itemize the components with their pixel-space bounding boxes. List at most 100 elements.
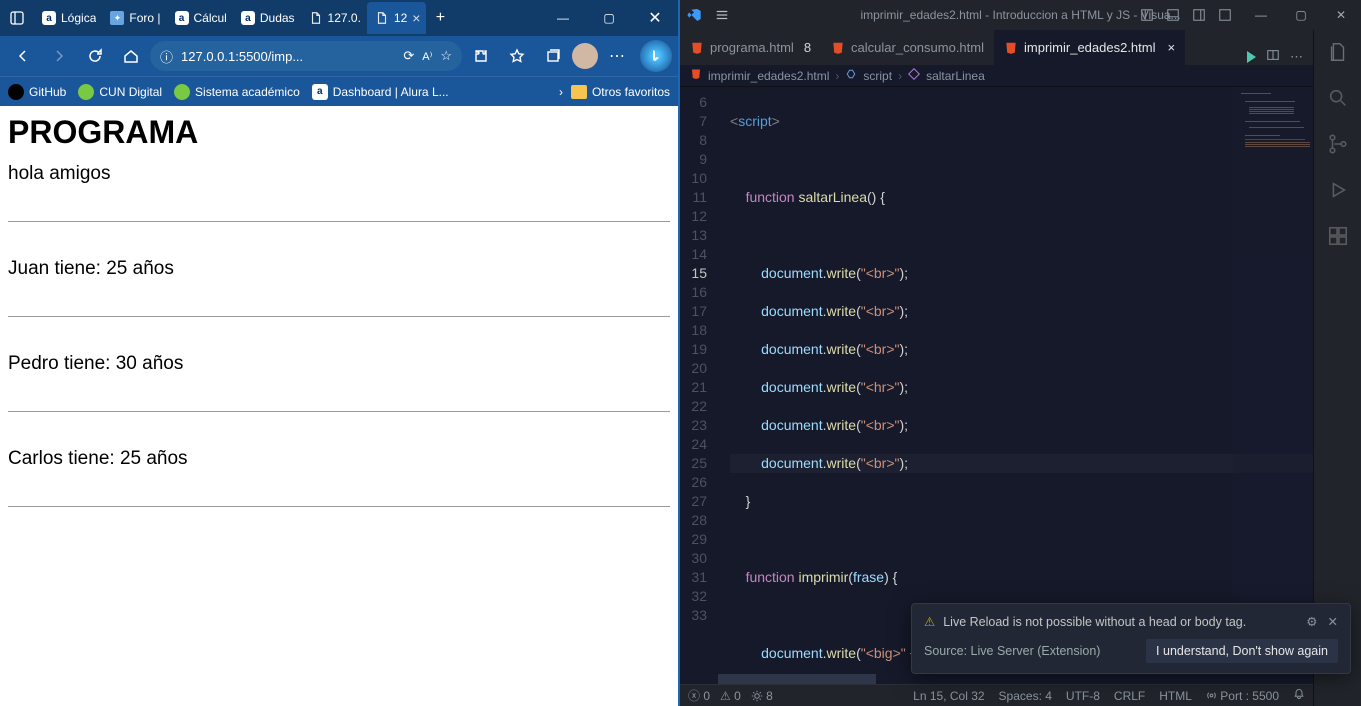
more-icon[interactable]: ⋯ [1290, 49, 1303, 65]
new-tab-button[interactable]: + [426, 9, 454, 27]
tab-label: 127.0. [328, 11, 361, 25]
modified-count: 8 [804, 40, 811, 55]
minimize-button[interactable]: — [1241, 0, 1281, 30]
html-icon [1004, 41, 1018, 55]
close-icon[interactable]: × [1168, 40, 1176, 55]
notification-toast: ⚠ Live Reload is not possible without a … [911, 603, 1351, 674]
live-server-port[interactable]: Port : 5500 [1206, 689, 1279, 703]
split-editor-icon[interactable] [1266, 48, 1280, 65]
read-aloud-icon[interactable]: A⁾ [422, 50, 432, 63]
favorites-icon[interactable] [500, 39, 534, 73]
tab-imprimir[interactable]: imprimir_edades2.html × [994, 30, 1185, 65]
encoding[interactable]: UTF-8 [1066, 689, 1100, 703]
bing-chat-icon[interactable] [640, 40, 672, 72]
tab-active[interactable]: 12× [367, 2, 427, 34]
tab-127[interactable]: 127.0. [301, 2, 367, 34]
tab-calcular[interactable]: calcular_consumo.html [821, 30, 994, 65]
tab-calcul[interactable]: aCálcul [167, 2, 233, 34]
horizontal-scrollbar[interactable] [680, 674, 1313, 684]
warning-icon: ⚠ [924, 614, 935, 629]
file-icon [309, 11, 323, 25]
vscode-logo-icon[interactable] [680, 7, 708, 23]
tab-programa[interactable]: programa.html8 [680, 30, 821, 65]
layout-icon[interactable] [1137, 5, 1157, 25]
bookmark-cun[interactable]: CUN Digital [78, 84, 162, 100]
info-icon[interactable]: ⓘ [160, 47, 173, 66]
errors-count[interactable]: ⓧ 0 [688, 687, 710, 704]
minimap[interactable] [1233, 87, 1313, 674]
vscode-window: imprimir_edades2.html - Introduccion a H… [680, 0, 1361, 706]
bookmark-sistema[interactable]: Sistema académico [174, 84, 300, 100]
warnings-count[interactable]: ⚠ 0 [720, 689, 741, 703]
bookmark-label: GitHub [29, 85, 66, 99]
code-content: <script> function saltarLinea() { docume… [730, 93, 1313, 674]
favorite-icon[interactable]: ☆ [440, 48, 452, 64]
eol[interactable]: CRLF [1114, 689, 1145, 703]
editor-layout-controls [1137, 5, 1241, 25]
close-button[interactable]: ✕ [632, 0, 678, 36]
home-button[interactable] [114, 39, 148, 73]
menu-icon[interactable] [708, 8, 736, 22]
refresh-button[interactable] [78, 39, 112, 73]
ports-count[interactable]: 8 [751, 689, 773, 703]
indent[interactable]: Spaces: 4 [999, 689, 1052, 703]
symbol-icon [908, 68, 920, 83]
language[interactable]: HTML [1159, 689, 1192, 703]
more-button[interactable]: ⋯ [600, 39, 634, 73]
vscode-titlebar: imprimir_edades2.html - Introduccion a H… [680, 0, 1361, 30]
breadcrumbs[interactable]: imprimir_edades2.html› script› saltarLin… [680, 65, 1313, 87]
back-button[interactable] [6, 39, 40, 73]
tab-label: Foro | [129, 11, 160, 25]
chevron-right-icon[interactable]: › [559, 85, 563, 99]
avatar[interactable] [572, 43, 598, 69]
maximize-button[interactable]: ▢ [586, 0, 632, 36]
crumb[interactable]: script [863, 69, 892, 83]
crumb[interactable]: saltarLinea [926, 69, 985, 83]
gear-icon[interactable]: ⚙ [1306, 614, 1317, 629]
notifications-icon[interactable] [1293, 688, 1305, 703]
sync-icon[interactable]: ⟳ [403, 48, 414, 64]
tab-foro[interactable]: ✦Foro | [102, 2, 166, 34]
symbol-icon [845, 68, 857, 83]
source-control-icon[interactable] [1324, 130, 1352, 158]
tab-dudas[interactable]: aDudas [233, 2, 301, 34]
explorer-icon[interactable] [1324, 38, 1352, 66]
code-editor[interactable]: 6789101112131415161718192021222324252627… [680, 87, 1313, 674]
browser-window: aLógica ✦Foro | aCálcul aDudas 127.0. 12… [0, 0, 680, 706]
crumb[interactable]: imprimir_edades2.html [708, 69, 829, 83]
bookmarks-bar: GitHub CUN Digital Sistema académico aDa… [0, 76, 678, 106]
github-icon [8, 84, 24, 100]
tab-label: imprimir_edades2.html [1024, 40, 1156, 55]
tab-label: Lógica [61, 11, 96, 25]
collections-icon[interactable] [536, 39, 570, 73]
layout-icon[interactable] [1215, 5, 1235, 25]
run-button[interactable] [1247, 51, 1256, 63]
cursor-pos[interactable]: Ln 15, Col 32 [913, 689, 984, 703]
run-debug-icon[interactable] [1324, 176, 1352, 204]
layout-icon[interactable] [1163, 5, 1183, 25]
layout-icon[interactable] [1189, 5, 1209, 25]
sistema-icon [174, 84, 190, 100]
dismiss-button[interactable]: I understand, Don't show again [1146, 639, 1338, 663]
address-bar[interactable]: ⓘ 127.0.0.1:5500/imp... ⟳ A⁾ ☆ [150, 41, 462, 71]
tab-label: Dudas [260, 11, 295, 25]
extensions-icon[interactable] [1324, 222, 1352, 250]
html-icon [690, 68, 702, 83]
extensions-icon[interactable] [464, 39, 498, 73]
notification-message: Live Reload is not possible without a he… [943, 615, 1246, 629]
tab-logica[interactable]: aLógica [34, 2, 102, 34]
minimize-button[interactable]: — [540, 0, 586, 36]
window-controls: — ▢ ✕ [540, 0, 678, 36]
close-icon[interactable]: ✕ [1328, 614, 1338, 629]
tab-actions-icon[interactable] [0, 0, 34, 36]
bookmark-alura[interactable]: aDashboard | Alura L... [312, 84, 449, 100]
line-numbers: 6789101112131415161718192021222324252627… [680, 93, 715, 625]
search-icon[interactable] [1324, 84, 1352, 112]
bookmark-otros[interactable]: Otros favoritos [571, 85, 670, 99]
maximize-button[interactable]: ▢ [1281, 0, 1321, 30]
forward-button[interactable] [42, 39, 76, 73]
close-button[interactable]: ✕ [1321, 0, 1361, 30]
bookmark-github[interactable]: GitHub [8, 84, 66, 100]
close-icon[interactable]: × [412, 10, 420, 26]
tab-label: Cálcul [194, 11, 227, 25]
